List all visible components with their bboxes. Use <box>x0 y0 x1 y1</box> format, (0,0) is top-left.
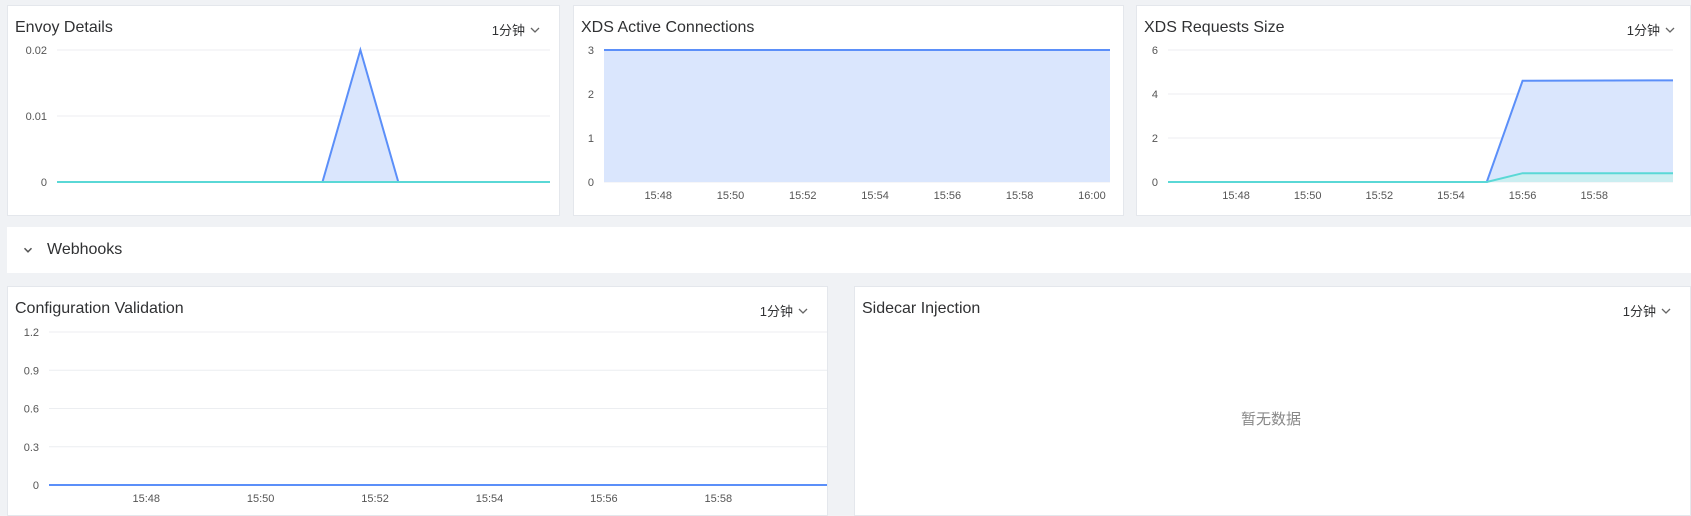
panel-title: Sidecar Injection <box>862 300 981 317</box>
empty-state-text: 暂无数据 <box>1241 411 1302 428</box>
webhooks-section-header[interactable]: Webhooks <box>7 227 1691 273</box>
y-tick-label: 4 <box>1152 89 1158 101</box>
series-area <box>1168 173 1673 182</box>
y-tick-label: 0.01 <box>26 111 47 123</box>
series-area <box>1168 80 1673 182</box>
x-tick-label: 15:50 <box>1294 190 1322 202</box>
y-tick-label: 6 <box>1152 45 1158 57</box>
envoy-details-panel: Envoy Details 1分钟 00.010.0215:4815:5015:… <box>7 5 1691 216</box>
section-title: Webhooks <box>47 241 123 258</box>
x-tick-label: 15:54 <box>861 190 889 202</box>
envoy-chart: 0 0.01 0.02 15:48 15:50 15:52 15:54 15:56 15:58 <box>26 45 1691 202</box>
configuration-validation-chart: 0 0.3 0.6 0.9 1.2 15:48 15:50 15:52 15:54 15:56 15… <box>24 327 827 505</box>
x-tick-label: 15:48 <box>132 493 160 505</box>
interval-dropdown[interactable]: 1分钟 <box>1623 301 1672 320</box>
y-tick-label: 0.02 <box>26 45 47 57</box>
x-tick-label: 15:58 <box>1006 190 1034 202</box>
xds-active-connections-panel: XDS Active Connections 0 1 2 3 15:48 15:50 15:… <box>573 5 1124 216</box>
x-tick-label: 15:56 <box>590 493 618 505</box>
x-tick-label: 16:00 <box>1078 190 1106 202</box>
x-tick-label: 15:52 <box>789 190 817 202</box>
x-tick-label: 15:52 <box>1366 190 1394 202</box>
y-tick-label: 3 <box>588 45 594 57</box>
y-tick-label: 0.3 <box>24 442 39 454</box>
x-tick-label: 15:56 <box>1509 190 1537 202</box>
y-tick-label: 0 <box>1152 177 1158 189</box>
series-area <box>604 50 1110 182</box>
x-tick-label: 15:54 <box>476 493 504 505</box>
x-tick-label: 15:50 <box>247 493 275 505</box>
y-tick-label: 0.6 <box>24 404 39 416</box>
y-tick-label: 0 <box>588 177 594 189</box>
y-tick-label: 0.9 <box>24 365 39 377</box>
y-tick-label: 2 <box>588 89 594 101</box>
chevron-down-icon <box>23 247 33 253</box>
x-tick-label: 15:52 <box>361 493 389 505</box>
x-tick-label: 15:50 <box>717 190 745 202</box>
x-tick-label: 15:48 <box>644 190 672 202</box>
y-tick-label: 0 <box>41 177 47 189</box>
sidecar-injection-panel: Sidecar Injection 1分钟 暂无数据 <box>854 286 1691 516</box>
x-tick-label: 15:54 <box>1437 190 1465 202</box>
xds-requests-size-panel: XDS Requests Size 1分钟 0 2 4 6 15:48 15:50 15:5… <box>1136 5 1691 216</box>
x-tick-label: 15:48 <box>1222 190 1250 202</box>
x-tick-label: 15:58 <box>1580 190 1608 202</box>
configuration-validation-panel: Configuration Validation 1分钟 0 0.3 0.6 0.9 1… <box>7 286 828 516</box>
xds-active-connections-chart: 0 1 2 3 15:48 15:50 15:52 15:54 15:56 15:58 16:00 <box>588 45 1110 202</box>
x-tick-label: 15:56 <box>934 190 962 202</box>
x-tick-label: 15:58 <box>705 493 733 505</box>
interval-label: 1分钟 <box>1622 304 1656 319</box>
y-tick-label: 0 <box>33 480 39 492</box>
chevron-down-icon <box>1661 308 1671 314</box>
y-tick-label: 1.2 <box>24 327 39 339</box>
y-tick-label: 1 <box>588 133 594 145</box>
y-tick-label: 2 <box>1152 133 1158 145</box>
xds-requests-size-chart: 0 2 4 6 15:48 15:50 15:52 15:54 15:56 15:58 <box>1152 45 1674 202</box>
